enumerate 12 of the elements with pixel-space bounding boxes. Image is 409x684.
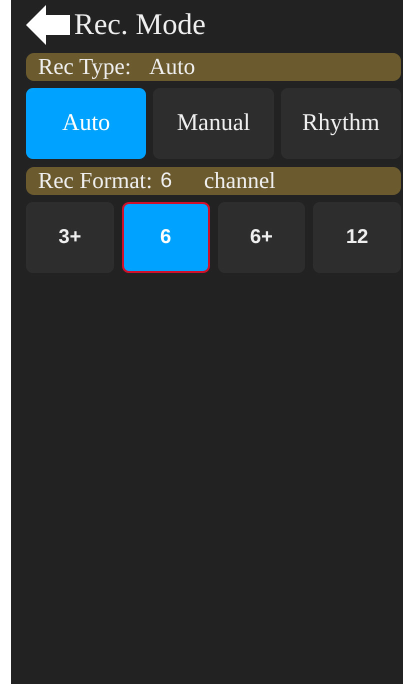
section-label: Rec Format: (38, 168, 152, 194)
rec-type-button[interactable]: Rhythm (280, 88, 401, 159)
section-value: 6 (160, 169, 172, 193)
screen-title: Rec. Mode (74, 8, 206, 42)
rec-format-button[interactable]: 6+ (218, 202, 306, 273)
rec-format-button[interactable]: 3+ (26, 202, 114, 273)
section-label: Rec Type: (38, 54, 132, 80)
rec-type-button[interactable]: Manual (153, 88, 274, 159)
unit-label: channel (204, 168, 276, 194)
back-arrow-icon[interactable] (26, 5, 70, 45)
rec-format-button[interactable]: 12 (313, 202, 401, 273)
section-value: Auto (149, 54, 196, 80)
